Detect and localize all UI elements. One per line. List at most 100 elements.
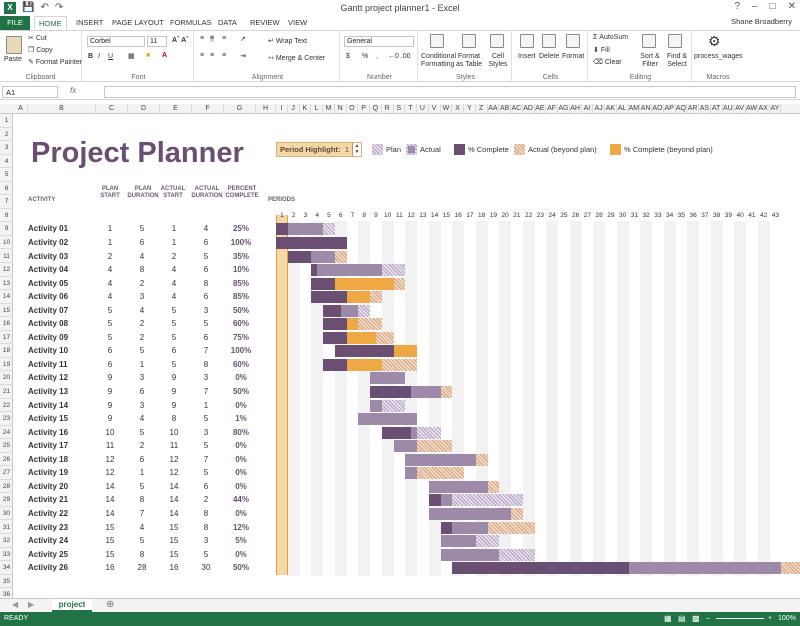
find-select-button[interactable]: Find & Select (664, 53, 690, 69)
activity-ps[interactable]: 6 (98, 346, 122, 355)
process-wages-button[interactable]: process_wages (694, 53, 743, 60)
activity-percent[interactable]: 0% (226, 468, 256, 477)
activity-percent[interactable]: 0% (226, 455, 256, 464)
activity-ps[interactable]: 1 (98, 238, 122, 247)
activity-ps[interactable]: 10 (98, 428, 122, 437)
activity-percent[interactable]: 25% (226, 224, 256, 233)
activity-name[interactable]: Activity 18 (28, 455, 68, 464)
merge-center-button[interactable]: ⇿ Merge & Center (268, 54, 325, 62)
help-icon[interactable]: ? (734, 1, 740, 12)
activity-name[interactable]: Activity 11 (28, 360, 68, 369)
format-as-table-button[interactable]: Format as Table (454, 53, 484, 69)
zoom-slider[interactable] (716, 618, 764, 619)
column-header[interactable]: AW (746, 104, 758, 114)
activity-ad[interactable]: 6 (194, 238, 218, 247)
align-center-icon[interactable]: ≡ (210, 52, 214, 59)
column-header[interactable]: AA (488, 104, 500, 114)
tab-home[interactable]: HOME (34, 16, 67, 30)
activity-as[interactable]: 14 (162, 482, 186, 491)
close-icon[interactable]: ✕ (788, 1, 796, 12)
row-header[interactable]: 3 (0, 141, 13, 155)
row-header[interactable]: 24 (0, 426, 13, 440)
activity-ps[interactable]: 15 (98, 536, 122, 545)
activity-as[interactable]: 14 (162, 509, 186, 518)
row-header[interactable]: 15 (0, 304, 13, 318)
activity-ad[interactable]: 5 (194, 468, 218, 477)
row-header[interactable]: 34 (0, 561, 13, 575)
delete-cells-icon[interactable] (542, 34, 556, 48)
column-header[interactable]: S (394, 104, 406, 114)
activity-ps[interactable]: 6 (98, 360, 122, 369)
row-header[interactable]: 23 (0, 412, 13, 426)
activity-as[interactable]: 11 (162, 441, 186, 450)
column-header[interactable]: AJ (593, 104, 605, 114)
activity-pd[interactable]: 2 (130, 441, 154, 450)
find-select-icon[interactable] (668, 34, 682, 48)
activity-percent[interactable]: 50% (226, 387, 256, 396)
tab-review[interactable]: REVIEW (246, 16, 284, 30)
column-header[interactable]: I (276, 104, 288, 114)
row-header[interactable]: 14 (0, 290, 13, 304)
activity-ad[interactable]: 2 (194, 495, 218, 504)
activity-percent[interactable]: 100% (226, 238, 256, 247)
activity-ad[interactable]: 8 (194, 523, 218, 532)
row-header[interactable]: 16 (0, 317, 13, 331)
activity-pd[interactable]: 4 (130, 252, 154, 261)
activity-as[interactable]: 15 (162, 550, 186, 559)
row-header[interactable]: 11 (0, 250, 13, 264)
minimize-icon[interactable]: – (752, 1, 758, 12)
column-header[interactable]: AN (640, 104, 652, 114)
column-header[interactable]: U (417, 104, 429, 114)
activity-name[interactable]: Activity 25 (28, 550, 68, 559)
activity-as[interactable]: 4 (162, 292, 186, 301)
autosum-button[interactable]: Σ AutoSum (593, 34, 628, 41)
activity-percent[interactable]: 60% (226, 360, 256, 369)
italic-button[interactable]: I (98, 53, 100, 60)
underline-button[interactable]: U (108, 53, 113, 60)
activity-ps[interactable]: 12 (98, 455, 122, 464)
tab-page-layout[interactable]: PAGE LAYOUT (108, 16, 168, 30)
activity-pd[interactable]: 5 (130, 482, 154, 491)
cell-styles-icon[interactable] (490, 34, 504, 48)
format-table-icon[interactable] (462, 34, 476, 48)
format-cells-icon[interactable] (566, 34, 580, 48)
view-layout-icon[interactable]: ▤ (678, 612, 686, 626)
activity-percent[interactable]: 50% (226, 563, 256, 572)
conditional-formatting-button[interactable]: Conditional Formatting (421, 53, 456, 69)
activity-pd[interactable]: 8 (130, 495, 154, 504)
column-header[interactable]: G (224, 104, 256, 114)
sort-filter-icon[interactable] (642, 34, 656, 48)
activity-ad[interactable]: 6 (194, 482, 218, 491)
column-header[interactable]: AP (664, 104, 676, 114)
grow-font-icon[interactable]: Aˆ Aˇ (172, 37, 188, 44)
activity-percent[interactable]: 75% (226, 333, 256, 342)
activity-percent[interactable]: 85% (226, 279, 256, 288)
clear-button[interactable]: ⌫ Clear (593, 58, 622, 66)
insert-cells-icon[interactable] (520, 34, 534, 48)
column-header[interactable]: N (335, 104, 347, 114)
activity-pd[interactable]: 4 (130, 306, 154, 315)
orientation-icon[interactable]: ↗ (240, 35, 246, 43)
sort-filter-button[interactable]: Sort & Filter (638, 53, 662, 69)
zoom-out-icon[interactable]: – (706, 612, 710, 626)
activity-pd[interactable]: 6 (130, 238, 154, 247)
activity-name[interactable]: Activity 10 (28, 346, 68, 355)
column-header[interactable]: AO (652, 104, 664, 114)
activity-ps[interactable]: 16 (98, 563, 122, 572)
activity-name[interactable]: Activity 19 (28, 468, 68, 477)
activity-name[interactable]: Activity 17 (28, 441, 68, 450)
fill-button[interactable]: ⬇ Fill (593, 46, 610, 54)
column-header[interactable]: X (452, 104, 464, 114)
activity-ps[interactable]: 11 (98, 441, 122, 450)
activity-percent[interactable]: 0% (226, 373, 256, 382)
column-header[interactable]: O (347, 104, 359, 114)
activity-name[interactable]: Activity 01 (28, 224, 68, 233)
column-header[interactable]: Y (464, 104, 476, 114)
row-header[interactable]: 28 (0, 480, 13, 494)
row-header[interactable]: 35 (0, 575, 13, 589)
row-header[interactable]: 4 (0, 155, 13, 169)
activity-pd[interactable]: 7 (130, 509, 154, 518)
percent-icon[interactable]: % (362, 53, 368, 60)
add-sheet-icon[interactable]: ⊕ (106, 599, 114, 610)
currency-icon[interactable]: $ (346, 53, 350, 60)
